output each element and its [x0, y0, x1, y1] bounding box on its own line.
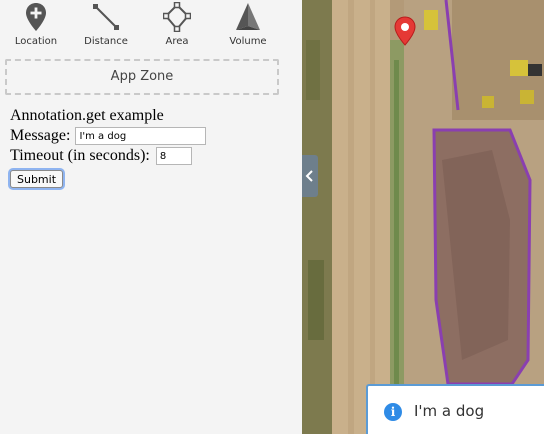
form-title: Annotation.get example [10, 107, 164, 124]
aerial-imagery [302, 0, 544, 434]
collapse-panel-button[interactable] [302, 155, 318, 197]
info-icon: i [384, 403, 402, 421]
volume-tool-label: Volume [229, 36, 267, 47]
submit-button[interactable]: Submit [10, 170, 64, 188]
location-tool-label: Location [14, 36, 58, 47]
timeout-row: Timeout (in seconds): [10, 146, 300, 166]
map-view[interactable]: i I'm a dog [302, 0, 544, 434]
volume-cone-icon [236, 3, 260, 30]
annotation-form: Annotation.get example Message: Timeout … [10, 106, 300, 188]
chevron-left-icon [305, 170, 313, 182]
left-panel: Location Distance Area Volume App Zone A… [0, 0, 302, 434]
volume-tool-button[interactable]: Volume [213, 0, 283, 52]
location-pin-plus-icon [26, 3, 46, 31]
message-input[interactable] [75, 127, 207, 146]
map-pin-icon [394, 16, 416, 46]
area-tool-label: Area [165, 36, 189, 47]
area-tool-button[interactable]: Area [142, 0, 212, 52]
area-polygon-icon [163, 2, 191, 32]
app-zone: App Zone [5, 59, 279, 95]
location-pin-marker[interactable] [394, 16, 416, 51]
message-label: Message: [10, 127, 71, 144]
location-tool-button[interactable]: Location [1, 0, 71, 52]
timeout-label: Timeout (in seconds): [10, 147, 150, 164]
distance-tool-label: Distance [84, 36, 128, 47]
distance-line-icon [93, 4, 119, 30]
distance-tool-button[interactable]: Distance [71, 0, 141, 52]
app-zone-label: App Zone [110, 69, 174, 84]
timeout-input[interactable] [155, 147, 192, 166]
toast-notification: i I'm a dog [366, 384, 544, 434]
toast-message: I'm a dog [414, 402, 485, 420]
message-row: Message: [10, 126, 300, 146]
